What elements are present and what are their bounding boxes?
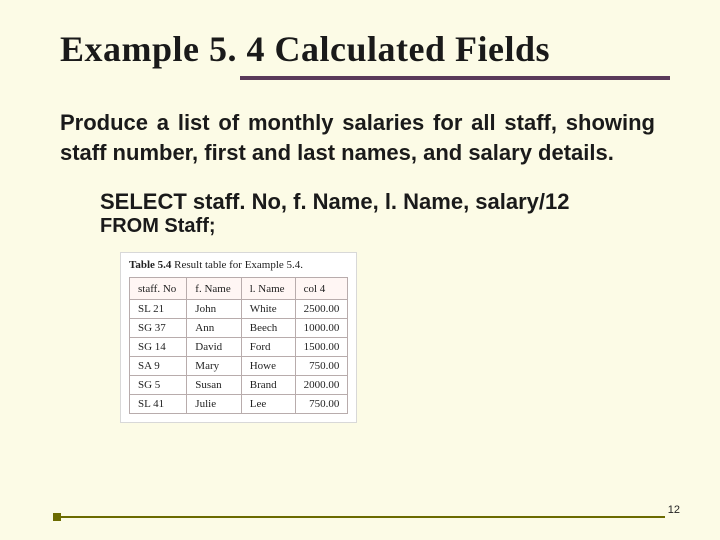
table-caption-text: Result table for Example 5.4.: [171, 259, 303, 271]
table-caption-label: Table 5.4: [129, 259, 171, 271]
title-underline: [240, 76, 670, 80]
cell: Beech: [241, 319, 295, 338]
sql-from-line: FROM Staff;: [100, 215, 670, 238]
cell: SG 14: [130, 338, 187, 357]
page-number: 12: [668, 504, 680, 516]
cell: 750.00: [295, 357, 348, 376]
cell: Brand: [241, 376, 295, 395]
cell: SG 5: [130, 376, 187, 395]
cell: Susan: [187, 376, 241, 395]
result-table-container: Table 5.4 Result table for Example 5.4. …: [120, 252, 357, 423]
table-caption: Table 5.4 Result table for Example 5.4.: [129, 259, 348, 271]
cell: 750.00: [295, 395, 348, 414]
sql-select-line: SELECT staff. No, f. Name, l. Name, sala…: [100, 189, 670, 215]
cell: Mary: [187, 357, 241, 376]
cell: Howe: [241, 357, 295, 376]
cell: David: [187, 338, 241, 357]
table-row: SL 21 John White 2500.00: [130, 300, 348, 319]
cell: 2000.00: [295, 376, 348, 395]
cell: Ann: [187, 319, 241, 338]
cell: SA 9: [130, 357, 187, 376]
cell: 1500.00: [295, 338, 348, 357]
slide: Example 5. 4 Calculated Fields Produce a…: [0, 0, 720, 540]
cell: 1000.00: [295, 319, 348, 338]
col-header: l. Name: [241, 278, 295, 300]
cell: Lee: [241, 395, 295, 414]
col-header: col 4: [295, 278, 348, 300]
cell: 2500.00: [295, 300, 348, 319]
problem-description: Produce a list of monthly salaries for a…: [60, 108, 670, 167]
table-row: SG 5 Susan Brand 2000.00: [130, 376, 348, 395]
footer-divider: [55, 516, 665, 518]
result-table: staff. No f. Name l. Name col 4 SL 21 Jo…: [129, 277, 348, 414]
col-header: f. Name: [187, 278, 241, 300]
table-row: SA 9 Mary Howe 750.00: [130, 357, 348, 376]
col-header: staff. No: [130, 278, 187, 300]
sql-query: SELECT staff. No, f. Name, l. Name, sala…: [100, 189, 670, 238]
slide-title: Example 5. 4 Calculated Fields: [60, 28, 670, 70]
cell: Ford: [241, 338, 295, 357]
table-row: SG 37 Ann Beech 1000.00: [130, 319, 348, 338]
cell: SG 37: [130, 319, 187, 338]
cell: John: [187, 300, 241, 319]
table-row: SG 14 David Ford 1500.00: [130, 338, 348, 357]
cell: White: [241, 300, 295, 319]
cell: SL 21: [130, 300, 187, 319]
table-row: SL 41 Julie Lee 750.00: [130, 395, 348, 414]
cell: Julie: [187, 395, 241, 414]
table-header-row: staff. No f. Name l. Name col 4: [130, 278, 348, 300]
cell: SL 41: [130, 395, 187, 414]
